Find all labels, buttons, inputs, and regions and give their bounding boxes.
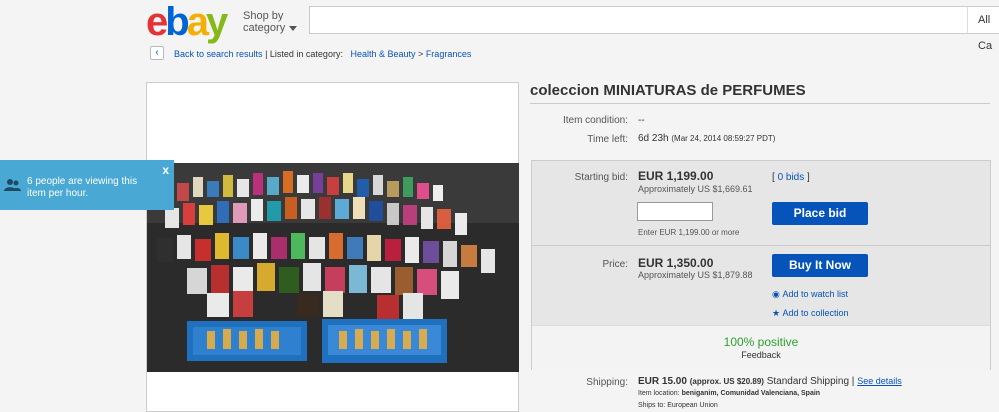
time-left-value: 6d 23h xyxy=(638,133,669,144)
eye-icon: ◉ xyxy=(772,289,780,299)
top-bar: ebay Shop by category All Ca xyxy=(0,0,999,52)
collection-label: Add to collection xyxy=(782,308,849,318)
logo-letter-b: b xyxy=(165,0,190,44)
logo-letter-y: y xyxy=(205,0,228,44)
back-to-search-link[interactable]: Back to search results xyxy=(174,49,263,59)
add-to-watch-list-link[interactable]: ◉ Add to watch list xyxy=(772,289,848,300)
shipping-approx: (approx. US $20.89) xyxy=(689,377,764,386)
viewers-text: 6 people are viewing this item per hour. xyxy=(27,176,138,199)
buy-now-price: EUR 1,350.00 xyxy=(638,256,714,270)
positive-feedback: 100% positive xyxy=(723,335,799,349)
item-location-value: beniganim, Comunidad Valenciana, Spain xyxy=(681,390,821,397)
shipping-method: Standard Shipping | xyxy=(766,376,855,387)
ebay-logo[interactable]: ebay xyxy=(146,0,228,44)
item-condition-value: -- xyxy=(638,115,645,126)
place-bid-button[interactable]: Place bid xyxy=(772,202,868,225)
listed-in-label: | Listed in category: xyxy=(265,49,343,59)
price-label: Price: xyxy=(602,259,628,270)
category-select[interactable]: All Ca xyxy=(967,6,999,52)
ships-to-value: European Union xyxy=(667,402,718,409)
buy-now-approx: Approximately US $1,879.88 xyxy=(638,270,753,280)
star-icon: ★ xyxy=(772,308,781,318)
starting-bid-label: Starting bid: xyxy=(574,172,628,183)
shop-by-category-button[interactable]: Shop by category xyxy=(243,10,298,34)
watch-list-label: Add to watch list xyxy=(782,289,849,299)
category-link-health-beauty[interactable]: Health & Beauty xyxy=(350,49,415,59)
item-title: coleccion MINIATURAS de PERFUMES xyxy=(530,82,806,99)
search-input[interactable] xyxy=(309,6,969,34)
add-to-collection-link[interactable]: ★ Add to collection xyxy=(772,308,849,319)
shipping-label: Shipping: xyxy=(586,377,628,388)
see-details-link[interactable]: See details xyxy=(857,376,902,386)
shop-by-label: Shop by xyxy=(243,10,284,22)
title-divider xyxy=(530,103,990,104)
feedback-label: Feedback xyxy=(741,350,781,360)
category-label: category xyxy=(243,22,286,34)
perfume-collection-image xyxy=(147,163,519,372)
bid-amount-input[interactable] xyxy=(637,202,713,221)
people-icon xyxy=(4,179,21,191)
bid-buy-divider xyxy=(531,245,991,246)
caret-down-icon xyxy=(289,25,298,31)
close-icon[interactable]: x xyxy=(162,164,169,176)
time-left-label: Time left: xyxy=(587,134,628,145)
shipping-price: EUR 15.00 xyxy=(638,376,687,387)
time-left-date: (Mar 24, 2014 08:59:27 PDT) xyxy=(671,134,776,143)
logo-letter-a: a xyxy=(186,0,209,44)
item-condition-label: Item condition: xyxy=(562,115,628,126)
starting-bid-approx: Approximately US $1,669.61 xyxy=(638,184,753,194)
breadcrumb-separator: > xyxy=(418,49,424,59)
logo-letter-e: e xyxy=(146,0,168,44)
chevron-left-icon[interactable]: ‹ xyxy=(150,46,164,60)
category-link-fragrances[interactable]: Fragrances xyxy=(426,49,472,59)
viewers-notification: 6 people are viewing this item per hour.… xyxy=(0,160,174,210)
enter-bid-hint: Enter EUR 1,199.00 or more xyxy=(638,228,740,237)
seller-feedback: 100% positive Feedback xyxy=(532,325,990,370)
buy-it-now-button[interactable]: Buy It Now xyxy=(772,254,868,277)
item-photo[interactable] xyxy=(147,163,519,372)
bids-count-link[interactable]: 0 bids xyxy=(778,172,805,183)
item-location-label: Item location: xyxy=(638,390,680,397)
starting-bid-price: EUR 1,199.00 xyxy=(638,169,714,183)
bids-bracket-close: ] xyxy=(807,172,810,183)
bids-bracket-open: [ xyxy=(772,172,775,183)
ships-to-label: Ships to: xyxy=(638,402,666,409)
